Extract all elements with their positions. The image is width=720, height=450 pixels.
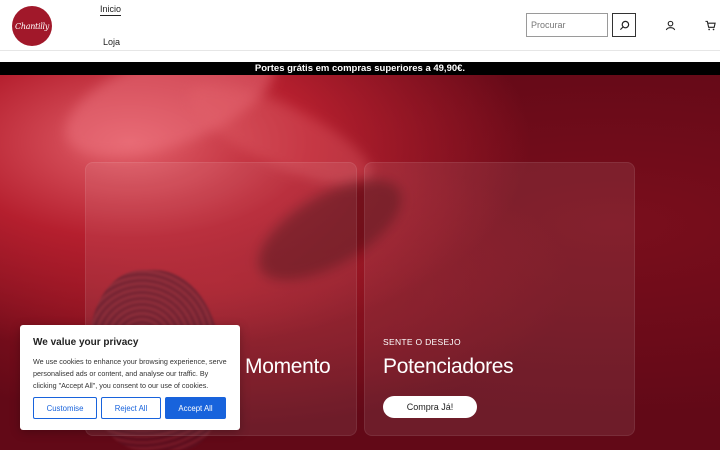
search-icon — [619, 20, 629, 30]
promo-title: Momento — [245, 355, 331, 378]
nav-link-loja[interactable]: Loja — [103, 37, 120, 47]
reject-all-button[interactable]: Reject All — [101, 397, 161, 419]
announcement-bar: Portes grátis em compras superiores a 49… — [0, 62, 720, 75]
cookie-description: We use cookies to enhance your browsing … — [33, 357, 227, 390]
accept-all-button[interactable]: Accept All — [165, 397, 226, 419]
user-icon — [665, 20, 675, 30]
cookie-consent-banner: We value your privacy We use cookies to … — [20, 325, 240, 430]
search-input[interactable] — [526, 13, 608, 37]
search-button[interactable] — [612, 13, 636, 37]
cart-icon — [704, 20, 716, 30]
brand-logo[interactable]: Chantilly — [12, 6, 52, 46]
promo-title: Potenciadores — [383, 355, 514, 378]
cart-button[interactable] — [702, 17, 718, 33]
logo-text: Chantilly — [15, 21, 49, 31]
promo-eyebrow: SENTE O DESEJO — [383, 337, 461, 347]
account-button[interactable] — [662, 17, 678, 33]
cookie-buttons: Customise Reject All Accept All — [33, 397, 226, 419]
site-header: Chantilly Inicio Loja — [0, 0, 720, 51]
shop-now-button[interactable]: Compra Já! — [383, 396, 477, 418]
promo-card-potenciadores[interactable]: SENTE O DESEJO Potenciadores Compra Já! — [364, 162, 635, 436]
nav-link-inicio[interactable]: Inicio — [100, 4, 122, 16]
customise-button[interactable]: Customise — [33, 397, 97, 419]
cookie-title: We value your privacy — [33, 337, 139, 348]
